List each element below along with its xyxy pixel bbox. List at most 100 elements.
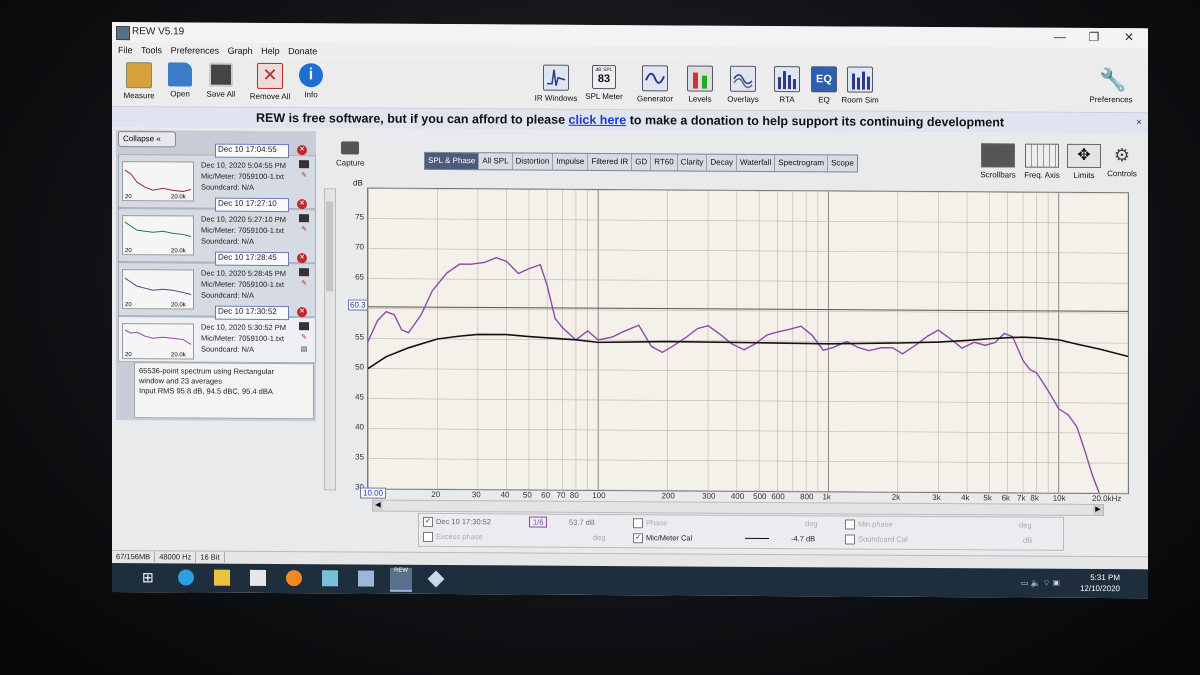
- delete-measurement-icon[interactable]: ✕: [297, 199, 307, 210]
- restore-button[interactable]: ❐: [1079, 30, 1109, 44]
- checkbox-checked[interactable]: ✓: [423, 516, 433, 527]
- y-cursor-marker[interactable]: 60.3: [348, 299, 368, 311]
- y-tick-label: 70: [355, 242, 364, 252]
- menu-help[interactable]: Help: [261, 46, 280, 56]
- color-swatch-icon[interactable]: [299, 160, 309, 169]
- checkbox-checked[interactable]: ✓: [633, 533, 643, 544]
- scrollbar-thumb[interactable]: [326, 201, 333, 292]
- system-tray-icons[interactable]: ▭ 🔈 ⌔ ▣: [1021, 579, 1060, 589]
- collapse-button[interactable]: Collapse «: [118, 131, 176, 148]
- legend-phase[interactable]: Phase: [633, 518, 667, 529]
- freq-axis-button[interactable]: Freq. Axis: [1020, 143, 1064, 180]
- minimize-button[interactable]: —: [1045, 30, 1075, 44]
- checkbox-disabled[interactable]: [633, 518, 643, 529]
- banner-close-button[interactable]: ×: [1136, 113, 1142, 133]
- firefox-icon[interactable]: [286, 570, 302, 587]
- scrollbars-icon: [981, 143, 1015, 168]
- tab-distortion[interactable]: Distortion: [512, 153, 554, 170]
- x-tick-label: 70: [556, 490, 566, 500]
- menu-graph[interactable]: Graph: [228, 46, 253, 56]
- rew-icon[interactable]: REW: [390, 567, 412, 592]
- x-min-field[interactable]: 10.00: [360, 487, 387, 499]
- menu-donate[interactable]: Donate: [288, 46, 317, 56]
- room-sim-button[interactable]: Room Sim: [840, 66, 880, 105]
- eq-button[interactable]: EQ EQ: [810, 66, 838, 104]
- capture-label: Capture: [336, 158, 365, 168]
- save-all-button[interactable]: Save All: [202, 62, 240, 99]
- measurement-card-selected[interactable]: Dec 10 17:30:52 ✕ 20 20.0k Dec 10, 2020 5…: [118, 305, 316, 364]
- panel-scrollbar[interactable]: [324, 188, 336, 491]
- spl-meter-button[interactable]: dB SPL 83 SPL Meter: [584, 64, 624, 101]
- edit-icon[interactable]: ✎: [299, 172, 309, 180]
- delete-measurement-icon[interactable]: ✕: [297, 145, 307, 156]
- measure-button[interactable]: Measure: [120, 62, 158, 100]
- preferences-button[interactable]: 🔧 Preferences: [1086, 67, 1136, 104]
- legend-excess-phase[interactable]: Excess phase: [423, 531, 483, 542]
- measurement-name-field[interactable]: Dec 10 17:30:52: [215, 305, 289, 321]
- measurement-name-field[interactable]: Dec 10 17:04:55: [215, 143, 289, 159]
- tab-scope[interactable]: Scope: [828, 155, 857, 171]
- tab-all-spl[interactable]: All SPL: [479, 153, 513, 170]
- scroll-left-icon[interactable]: ◀: [373, 500, 383, 511]
- levels-label: Levels: [688, 94, 712, 104]
- menu-file[interactable]: File: [118, 45, 133, 55]
- tab-impulse[interactable]: Impulse: [553, 153, 589, 170]
- measurement-name-field[interactable]: Dec 10 17:27:10: [215, 197, 289, 213]
- measurement-cal: Mic/Meter: 7059100-1.txt: [201, 171, 284, 182]
- levels-button[interactable]: Levels: [685, 65, 715, 104]
- menu-preferences[interactable]: Preferences: [171, 45, 220, 55]
- remove-all-button[interactable]: ✕ Remove All: [246, 62, 294, 101]
- legend-cal[interactable]: ✓ Mic/Meter Cal: [633, 533, 692, 544]
- rta-button[interactable]: RTA: [772, 66, 802, 104]
- edge-icon[interactable]: [178, 569, 194, 586]
- legend-measurement[interactable]: ✓ Dec 10 17:30:52: [423, 516, 491, 527]
- donation-link[interactable]: click here: [569, 113, 627, 127]
- store-icon[interactable]: [250, 569, 266, 586]
- delete-measurement-icon[interactable]: ✕: [297, 307, 307, 318]
- tab-waterfall[interactable]: Waterfall: [737, 154, 776, 172]
- tab-spl-phase[interactable]: SPL & Phase: [425, 152, 480, 170]
- tab-rt60[interactable]: RT60: [651, 154, 678, 171]
- legend-min-phase[interactable]: Min phase: [845, 519, 893, 530]
- color-swatch-icon[interactable]: [299, 322, 309, 331]
- thumb-lo: 20: [125, 352, 132, 358]
- measurement-name-field[interactable]: Dec 10 17:28:45: [215, 251, 289, 267]
- smoothing-selector[interactable]: 1/6: [529, 516, 548, 528]
- tab-spectrogram[interactable]: Spectrogram: [775, 155, 829, 172]
- tab-decay[interactable]: Decay: [707, 154, 738, 171]
- edit-icon[interactable]: ✎: [299, 226, 309, 234]
- scroll-right-icon[interactable]: ▶: [1093, 504, 1103, 516]
- menu-tools[interactable]: Tools: [141, 45, 162, 55]
- color-swatch-icon[interactable]: [299, 268, 309, 277]
- delete-measurement-icon[interactable]: ✕: [297, 253, 307, 264]
- file-explorer-icon[interactable]: [214, 569, 230, 586]
- tab-clarity[interactable]: Clarity: [677, 154, 708, 171]
- capture-button[interactable]: Capture: [336, 141, 365, 168]
- app2-icon[interactable]: [427, 570, 445, 588]
- edit-icon[interactable]: ✎: [299, 334, 309, 342]
- app-icon[interactable]: [322, 570, 338, 587]
- grid-hline: [368, 488, 1128, 494]
- calculator-icon[interactable]: [358, 570, 374, 587]
- overlays-button[interactable]: Overlays: [723, 65, 763, 104]
- info-button[interactable]: i Info: [298, 63, 324, 99]
- tab-gd[interactable]: GD: [632, 154, 652, 171]
- spl-graph[interactable]: [367, 187, 1129, 495]
- clock[interactable]: 5:31 PM 12/10/2020: [1080, 572, 1120, 594]
- notes-icon[interactable]: ▤: [299, 346, 309, 354]
- tab-filtered-ir[interactable]: Filtered IR: [588, 153, 633, 171]
- open-button[interactable]: Open: [164, 62, 196, 98]
- ir-windows-button[interactable]: IR Windows: [534, 64, 578, 103]
- controls-button[interactable]: ⚙ Controls: [1100, 144, 1144, 178]
- windows-start-icon[interactable]: ⊞: [142, 569, 158, 585]
- edit-icon[interactable]: ✎: [299, 280, 309, 288]
- checkbox-disabled[interactable]: [845, 519, 855, 530]
- scrollbars-button[interactable]: Scrollbars: [976, 143, 1020, 180]
- legend-soundcard-cal[interactable]: Soundcard Cal: [845, 534, 908, 545]
- close-button[interactable]: ✕: [1114, 30, 1144, 44]
- generator-button[interactable]: Generator: [635, 65, 675, 103]
- spl-chart-svg: [367, 188, 1129, 494]
- checkbox-disabled[interactable]: [423, 531, 433, 542]
- checkbox-disabled[interactable]: [845, 534, 855, 545]
- color-swatch-icon[interactable]: [299, 214, 309, 223]
